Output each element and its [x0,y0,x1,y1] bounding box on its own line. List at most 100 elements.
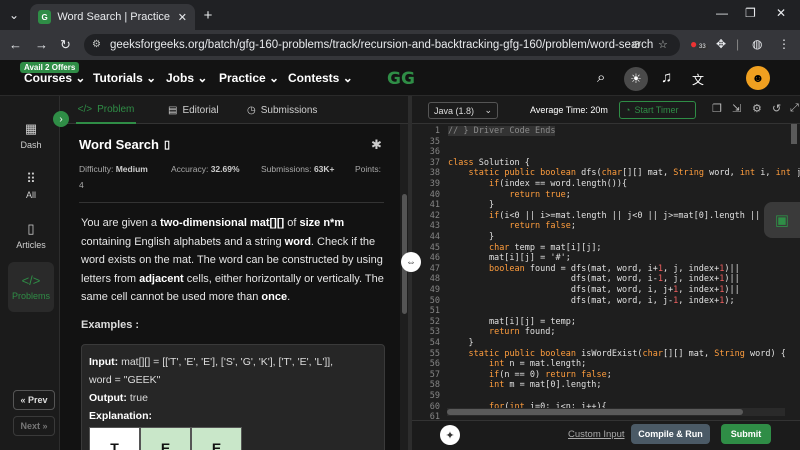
tab-problem-label: Problem [97,103,135,115]
line-number: 50 [429,295,440,306]
puzzle-extensions-icon[interactable]: ✥ [716,37,726,51]
prev-button[interactable]: « Prev [13,390,55,410]
reset-icon[interactable]: ↺ [772,102,781,115]
maximize-icon[interactable]: ❐ [745,6,756,20]
nav-jobs[interactable]: Jobs ⌄ [166,71,207,85]
code-line: dfs(mat, word, i, j+1, index+1)|| [448,285,740,295]
explanation-label: Explanation: [89,410,152,422]
browser-chrome: ⌄ G Word Search | Practice | GeeksforG ✕… [0,0,800,60]
nav-jobs-label: Jobs [166,71,195,85]
accuracy-value: 32.69% [210,164,240,174]
desc-bold: once [261,291,288,303]
line-number: 57 [429,369,440,380]
line-number: 1 [434,126,440,136]
nav-courses[interactable]: Courses ⌄ [24,71,85,85]
nav-practice[interactable]: Practice ⌄ [219,71,279,85]
prev-label: Prev [28,395,48,405]
explanation-grid: T E E [89,427,242,450]
sidebar-item-articles[interactable]: ▯ Articles [8,212,54,258]
document-icon: ▤ [168,104,178,116]
start-timer-button[interactable]: ◔ Start Timer [619,101,696,119]
site-info-icon[interactable]: ⚙ [92,39,104,51]
scrollbar-thumb[interactable] [447,409,743,415]
double-chevron-left-icon: « [20,395,26,405]
tab-submissions-label: Submissions [260,104,318,116]
chevron-down-icon: ⌄ [146,71,157,85]
menu-kebab-icon[interactable]: ⋮ [778,37,790,51]
bookmark-star-icon[interactable]: ☆ [658,38,668,51]
tab-submissions[interactable]: ◷ Submissions [247,96,317,124]
input-label: Input: [89,356,119,368]
back-arrow-icon[interactable]: ← [9,37,22,52]
avatar[interactable]: ☻ [746,66,770,90]
next-button[interactable]: Next » [13,416,55,436]
browser-tab[interactable]: G Word Search | Practice | GeeksforG ✕ [30,4,195,30]
export-icon[interactable]: ⇲ [732,102,741,115]
tab-search-chevron-icon[interactable]: ⌄ [4,5,24,25]
copy-icon[interactable]: ❐ [712,102,722,115]
submissions-label: Submissions: [261,164,312,174]
scrollbar-thumb[interactable] [791,124,797,144]
sidebar-item-all[interactable]: ⠿ All [8,162,54,208]
code-editor[interactable]: 1 // } Driver Code Ends 35 36 37 class Soluti… [412,124,800,420]
close-tab-icon[interactable]: ✕ [178,11,187,24]
line-number: 60 [429,401,440,412]
url-bar[interactable]: ⚙ geeksforgeeks.org/batch/gfg-160-proble… [84,34,680,56]
tab-title: Word Search | Practice | GeeksforG [57,11,171,23]
nav-courses-label: Courses [24,71,73,85]
lightbulb-hint-icon[interactable]: ✦ [440,425,460,445]
notification-bell-icon[interactable]: ♫ [661,69,672,86]
settings-gear-icon[interactable]: ⚙ [752,102,762,115]
line-number: 44 [429,232,440,242]
forward-arrow-icon[interactable]: → [35,37,48,52]
editor-horizontal-scrollbar[interactable] [447,408,785,416]
line-number: 52 [429,316,440,327]
code-line: if(n == 0) return false; [488,369,612,380]
input-mat: mat[][] = [['T', 'E', 'E'], ['S', 'G', '… [121,356,334,368]
editor-vertical-scrollbar[interactable] [790,124,798,408]
code-line: return found; [488,327,556,338]
points-label: Points: [355,164,381,174]
custom-input-link[interactable]: Custom Input [568,429,625,440]
line-number: 49 [429,285,440,295]
close-window-icon[interactable]: ✕ [776,6,786,20]
double-chevron-right-icon: » [42,421,48,431]
offer-badge[interactable]: Avail 2 Offers [20,62,80,73]
bookmark-icon[interactable]: ▯ [164,138,170,151]
line-number: 39 [429,179,440,189]
expand-sidebar-chevron-icon[interactable]: › [53,111,69,127]
search-icon[interactable]: ⌕ [597,69,605,86]
language-select[interactable]: Java (1.8) ⌄ [428,102,498,119]
new-tab-plus-icon[interactable]: + [198,5,218,25]
nav-tutorials[interactable]: Tutorials ⌄ [93,71,156,85]
chevron-down-icon: ⌄ [269,71,280,85]
reload-icon[interactable]: ↻ [60,37,71,53]
chat-icon[interactable]: ▣ [764,202,800,238]
problem-scrollbar[interactable] [401,124,408,450]
problem-description: You are given a two-dimensional mat[][] … [81,214,386,307]
extension-icon[interactable]: ● [690,37,697,51]
theme-toggle-sun-icon[interactable]: ☀ [624,67,648,91]
sidebar-item-dash[interactable]: ▦ Dash [8,112,54,158]
fullscreen-icon[interactable]: ⤢ [790,102,799,115]
translate-icon[interactable]: 文 [692,71,704,88]
timer-icon: ◔ [625,105,631,115]
chevron-down-icon: ⌄ [484,105,492,115]
report-bug-icon[interactable]: ✱ [371,137,382,153]
line-number: 53 [429,327,440,338]
sidebar-item-problems[interactable]: </> Problems [8,262,54,312]
examples-heading: Examples : [81,319,140,331]
submit-button[interactable]: Submit [721,424,771,444]
minimize-icon[interactable]: — [716,6,728,20]
nav-contests[interactable]: Contests ⌄ [288,71,353,85]
compile-run-button[interactable]: Compile & Run [631,424,710,444]
resize-handle-icon[interactable]: ⇔ [401,252,421,272]
submissions-value: 63K+ [313,164,335,174]
gfg-logo-icon[interactable]: GG [378,68,424,88]
line-number: 43 [429,221,440,232]
example-input: Input: mat[][] = [['T', 'E', 'E'], ['S',… [89,356,333,368]
eye-off-icon[interactable]: ⊘ [632,38,641,51]
tab-editorial[interactable]: ▤ Editorial [168,96,219,124]
tab-problem[interactable]: </> Problem [76,96,136,124]
profile-icon[interactable]: ◍ [752,37,762,51]
